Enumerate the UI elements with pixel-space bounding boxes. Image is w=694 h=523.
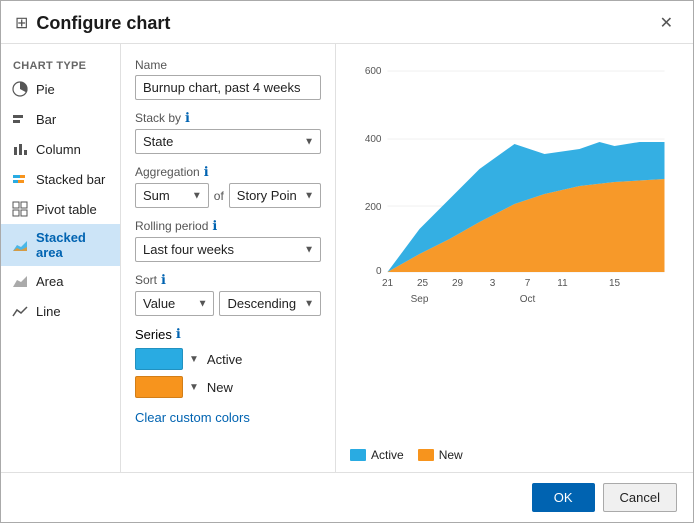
y-label-600: 600	[365, 66, 382, 77]
sidebar-item-pie[interactable]: Pie	[1, 74, 120, 104]
area-icon	[11, 272, 29, 290]
series-item-new: ▼ New	[135, 376, 321, 398]
x-sublabel-sep: Sep	[411, 294, 429, 305]
series-info-icon[interactable]: ℹ	[176, 326, 181, 342]
y-label-400: 400	[365, 134, 382, 145]
rolling-period-label: Rolling period ℹ	[135, 218, 321, 234]
agg-field-wrapper: Story Points Count ▼	[229, 183, 321, 208]
cancel-button[interactable]: Cancel	[603, 483, 677, 512]
series-label: Series	[135, 327, 172, 342]
chart-legend: Active New	[350, 448, 679, 462]
sidebar-item-pivot-label: Pivot table	[36, 202, 97, 217]
sort-label: Sort ℹ	[135, 272, 321, 288]
sidebar-item-bar-label: Bar	[36, 112, 56, 127]
close-button[interactable]: ✕	[654, 11, 679, 35]
new-series-name: New	[207, 380, 233, 395]
rolling-period-wrapper: Last four weeks Last two weeks Last eigh…	[135, 237, 321, 262]
x-label-21: 21	[382, 278, 394, 289]
legend-active-label: Active	[371, 448, 404, 462]
sidebar: Chart type Pie Bar	[1, 44, 121, 472]
aggregation-info-icon[interactable]: ℹ	[204, 164, 209, 180]
active-swatch-dropdown-icon[interactable]: ▼	[189, 354, 199, 365]
config-panel: Name Stack by ℹ State Type Assignee ▼	[121, 44, 336, 472]
agg-func-wrapper: Sum Count Average ▼	[135, 183, 209, 208]
sidebar-item-pivot[interactable]: Pivot table	[1, 194, 120, 224]
rolling-period-select[interactable]: Last four weeks Last two weeks Last eigh…	[135, 237, 321, 262]
x-sublabel-oct: Oct	[520, 294, 536, 305]
sidebar-item-area-label: Area	[36, 274, 63, 289]
x-label-29: 29	[452, 278, 464, 289]
x-label-15: 15	[609, 278, 621, 289]
y-label-200: 200	[365, 202, 382, 213]
title-bar-left: ⊞ Configure chart	[15, 13, 170, 34]
line-icon	[11, 302, 29, 320]
legend-new-box	[418, 449, 434, 461]
active-color-swatch[interactable]	[135, 348, 183, 370]
legend-item-new: New	[418, 448, 463, 462]
sidebar-item-line-label: Line	[36, 304, 61, 319]
x-label-3: 3	[490, 278, 496, 289]
legend-item-active: Active	[350, 448, 404, 462]
sort-order-wrapper: Descending Ascending ▼	[219, 291, 321, 316]
sort-row: Value Name ▼ Descending Ascending ▼	[135, 291, 321, 316]
sidebar-item-stacked-area[interactable]: Stacked area	[1, 224, 120, 266]
dialog-title: Configure chart	[36, 13, 170, 34]
sidebar-item-stacked-bar-label: Stacked bar	[36, 172, 105, 187]
aggregation-row: Sum Count Average ▼ of Story Points Coun…	[135, 183, 321, 208]
title-bar: ⊞ Configure chart ✕	[1, 1, 693, 44]
x-label-7: 7	[525, 278, 531, 289]
sort-order-select[interactable]: Descending Ascending	[219, 291, 321, 316]
stacked-bar-icon	[11, 170, 29, 188]
dialog-icon: ⊞	[15, 13, 28, 33]
legend-new-label: New	[439, 448, 463, 462]
sidebar-item-line[interactable]: Line	[1, 296, 120, 326]
stacked-area-icon	[11, 236, 29, 254]
pie-icon	[11, 80, 29, 98]
sidebar-item-stacked-area-label: Stacked area	[36, 230, 110, 260]
sidebar-item-stacked-bar[interactable]: Stacked bar	[1, 164, 120, 194]
clear-custom-colors-link[interactable]: Clear custom colors	[135, 410, 250, 425]
series-section: Series ℹ ▼ Active ▼ New Clear custom col…	[135, 326, 321, 425]
column-icon	[11, 140, 29, 158]
sidebar-item-area[interactable]: Area	[1, 266, 120, 296]
sidebar-item-column[interactable]: Column	[1, 134, 120, 164]
agg-field-select[interactable]: Story Points Count	[229, 183, 321, 208]
chart-panel: 600 400 200 0	[336, 44, 693, 472]
rolling-period-info-icon[interactable]: ℹ	[212, 218, 217, 234]
stack-by-select-wrapper: State Type Assignee ▼	[135, 129, 321, 154]
dialog-body: Chart type Pie Bar	[1, 44, 693, 472]
aggregation-label: Aggregation ℹ	[135, 164, 321, 180]
dialog-footer: OK Cancel	[1, 472, 693, 522]
stack-by-info-icon[interactable]: ℹ	[185, 110, 190, 126]
configure-chart-dialog: ⊞ Configure chart ✕ Chart type Pie	[0, 0, 694, 523]
chart-area: 600 400 200 0	[350, 54, 679, 442]
agg-func-select[interactable]: Sum Count Average	[135, 183, 209, 208]
sort-field-select[interactable]: Value Name	[135, 291, 214, 316]
new-swatch-dropdown-icon[interactable]: ▼	[189, 382, 199, 393]
active-series-name: Active	[207, 352, 242, 367]
stack-by-label: Stack by ℹ	[135, 110, 321, 126]
sort-field-wrapper: Value Name ▼	[135, 291, 214, 316]
x-label-25: 25	[417, 278, 429, 289]
agg-of-label: of	[214, 189, 224, 203]
x-label-11: 11	[557, 278, 568, 289]
series-item-active: ▼ Active	[135, 348, 321, 370]
sidebar-item-bar[interactable]: Bar	[1, 104, 120, 134]
ok-button[interactable]: OK	[532, 483, 595, 512]
chart-name-input[interactable]	[135, 75, 321, 100]
pivot-icon	[11, 200, 29, 218]
new-color-swatch[interactable]	[135, 376, 183, 398]
sidebar-item-column-label: Column	[36, 142, 81, 157]
stacked-area-chart: 600 400 200 0	[350, 54, 679, 314]
series-label-row: Series ℹ	[135, 326, 321, 342]
stack-by-select[interactable]: State Type Assignee	[135, 129, 321, 154]
sidebar-item-pie-label: Pie	[36, 82, 55, 97]
bar-icon	[11, 110, 29, 128]
y-label-0: 0	[376, 266, 382, 277]
legend-active-box	[350, 449, 366, 461]
sort-info-icon[interactable]: ℹ	[161, 272, 166, 288]
name-label: Name	[135, 58, 321, 72]
main-area: Name Stack by ℹ State Type Assignee ▼	[121, 44, 693, 472]
chart-type-label: Chart type	[1, 56, 120, 74]
